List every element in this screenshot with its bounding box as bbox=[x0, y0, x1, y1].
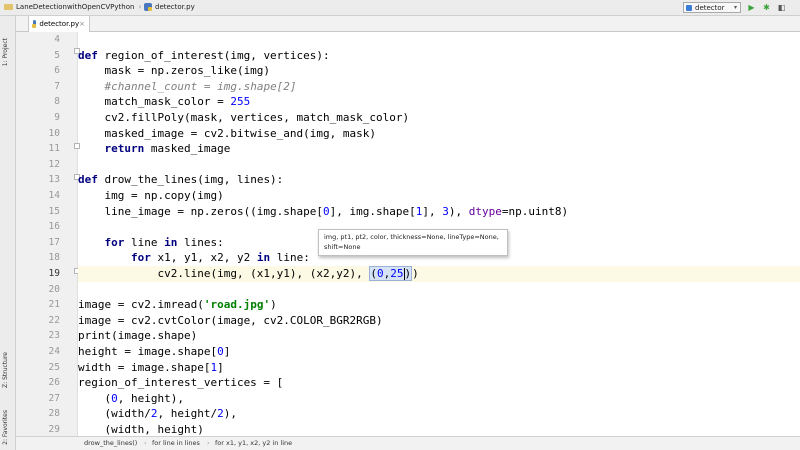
line-number: 18 bbox=[48, 252, 60, 264]
editor-tab-bar: detector.py × bbox=[16, 16, 800, 32]
play-icon: ▶ bbox=[748, 3, 755, 12]
chevron-right-icon: › bbox=[207, 439, 210, 447]
code-line: height = image.shape[0] bbox=[78, 345, 231, 358]
line-number: 26 bbox=[48, 377, 60, 389]
breadcrumb-item[interactable]: for x1, y1, x2, y2 in line bbox=[215, 439, 292, 447]
debug-button[interactable]: ✱ bbox=[761, 2, 772, 13]
line-number: 22 bbox=[48, 314, 60, 326]
parameter-info-tooltip: img, pt1, pt2, color, thickness=None, li… bbox=[318, 229, 508, 256]
folder-icon bbox=[4, 4, 13, 10]
chevron-down-icon: ▾ bbox=[733, 4, 737, 11]
coverage-icon: ◧ bbox=[777, 3, 786, 12]
code-line: cv2.fillPoly(mask, vertices, match_mask_… bbox=[78, 111, 410, 124]
project-tool-tab[interactable]: 1: Project bbox=[2, 38, 9, 66]
code-line: region_of_interest_vertices = [ bbox=[78, 376, 284, 390]
text-cursor bbox=[403, 268, 405, 280]
run-config-select[interactable]: detector ▾ bbox=[683, 2, 741, 13]
line-number: 10 bbox=[48, 127, 60, 139]
line-number: 24 bbox=[48, 346, 60, 357]
code-line: (0, height), bbox=[78, 391, 184, 405]
code-line: #channel_count = img.shape[2] bbox=[104, 79, 297, 93]
code-line: line_image = np.zeros((img.shape[0], img… bbox=[78, 204, 569, 218]
tab-label: detector.py bbox=[39, 20, 80, 28]
line-number: 21 bbox=[48, 299, 60, 311]
line-number: 20 bbox=[48, 283, 60, 295]
python-file-icon bbox=[144, 3, 152, 11]
nav-project-label: LaneDetectionwithOpenCVPython bbox=[16, 3, 135, 11]
tooltip-line-1: img, pt1, pt2, color, thickness=None, li… bbox=[324, 233, 499, 241]
line-number: 19 bbox=[48, 268, 60, 279]
breadcrumb-item[interactable]: drow_the_lines() bbox=[84, 439, 137, 447]
line-number: 5 bbox=[54, 49, 60, 61]
line-number: 27 bbox=[48, 392, 60, 404]
code-line: width = image.shape[1] bbox=[78, 360, 224, 374]
line-number: 15 bbox=[48, 205, 60, 217]
line-number: 25 bbox=[48, 361, 60, 373]
tooltip-line-2: shift=None bbox=[324, 243, 361, 251]
code-line: (width, height) bbox=[78, 423, 204, 436]
line-number: 13 bbox=[48, 174, 60, 186]
chevron-right-icon: › bbox=[144, 439, 147, 447]
coverage-button[interactable]: ◧ bbox=[776, 2, 787, 13]
breadcrumb: drow_the_lines() › for line in lines › f… bbox=[16, 436, 800, 450]
navigation-bar: LaneDetectionwithOpenCVPython › detector… bbox=[0, 0, 800, 16]
line-number: 9 bbox=[54, 112, 60, 123]
line-number: 7 bbox=[54, 80, 60, 92]
line-number: 12 bbox=[48, 158, 60, 170]
code-line: return masked_image bbox=[104, 142, 231, 156]
code-line: def region_of_interest(img, vertices): bbox=[78, 48, 330, 62]
code-line: image = cv2.imread('road.jpg') bbox=[78, 298, 277, 312]
line-number: 16 bbox=[48, 221, 60, 233]
run-config-icon bbox=[686, 4, 692, 11]
code-line: image = cv2.cvtColor(image, cv2.COLOR_BG… bbox=[78, 313, 383, 327]
code-line: img = np.copy(img) bbox=[78, 189, 224, 202]
run-config-label: detector bbox=[695, 3, 725, 12]
code-line: masked_image = cv2.bitwise_and(img, mask… bbox=[78, 126, 377, 140]
code-line: mask = np.zeros_like(img) bbox=[78, 64, 271, 78]
close-icon[interactable]: × bbox=[79, 20, 85, 28]
line-number: 17 bbox=[48, 236, 60, 248]
structure-tool-tab[interactable]: Z: Structure bbox=[2, 352, 9, 388]
code-line: match_mask_color = 255 bbox=[78, 95, 251, 109]
line-number: 28 bbox=[48, 408, 60, 420]
code-line: print(image.shape) bbox=[78, 329, 198, 343]
nav-file-crumb[interactable]: detector.py bbox=[144, 3, 195, 11]
line-number: 6 bbox=[54, 65, 60, 77]
left-tool-strip: 1: Project Z: Structure 2: Favorites bbox=[0, 16, 16, 450]
line-number: 11 bbox=[48, 143, 60, 155]
code-line-current: cv2.line(img, (x1,y1), (x2,y2), (0,25)) bbox=[78, 266, 800, 282]
line-number: 23 bbox=[48, 330, 60, 342]
code-line: (width/2, height/2), bbox=[78, 407, 237, 421]
line-number: 14 bbox=[48, 190, 60, 201]
bug-icon: ✱ bbox=[763, 3, 770, 12]
run-button[interactable]: ▶ bbox=[746, 2, 757, 13]
nav-project-crumb[interactable]: LaneDetectionwithOpenCVPython › bbox=[4, 3, 141, 11]
nav-file-label: detector.py bbox=[155, 3, 195, 11]
python-file-icon bbox=[32, 20, 37, 28]
favorites-tool-tab[interactable]: 2: Favorites bbox=[2, 410, 9, 445]
tab-detector-py[interactable]: detector.py × bbox=[28, 16, 90, 32]
editor-gutter: 4 5 6 7 8 9 10 11 12 13 14 15 16 17 18 19 20 21 22 23 24 25 26… bbox=[16, 32, 80, 436]
breadcrumb-item[interactable]: for line in lines bbox=[152, 439, 200, 447]
code-line: def drow_the_lines(img, lines): bbox=[78, 173, 284, 187]
line-number: 8 bbox=[54, 96, 60, 108]
line-number: 4 bbox=[54, 34, 60, 45]
chevron-right-icon: › bbox=[138, 3, 142, 11]
